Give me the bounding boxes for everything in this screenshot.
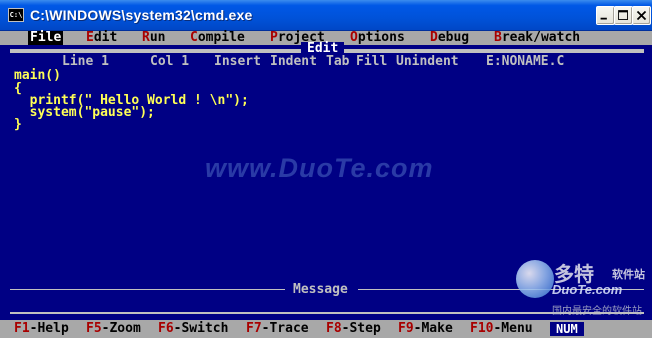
menu-break-watch-hotkey: B bbox=[494, 30, 502, 45]
maximize-button[interactable] bbox=[614, 6, 633, 25]
fkey-switch-label: -Switch bbox=[173, 321, 229, 336]
fkey-help[interactable]: F1-Help bbox=[14, 322, 69, 336]
fkey-zoom-key: F5 bbox=[86, 321, 102, 336]
menu-run[interactable]: Run bbox=[142, 31, 165, 45]
status-indent: Indent bbox=[270, 54, 317, 69]
menu-run-label: un bbox=[149, 30, 166, 45]
status-filename: E:NONAME.C bbox=[486, 54, 565, 69]
menu-options[interactable]: Options bbox=[350, 31, 405, 45]
menu-file-hotkey: F bbox=[30, 30, 38, 45]
fkey-menu-key: F10 bbox=[470, 321, 494, 336]
title-bar[interactable]: C:\ C:\WINDOWS\system32\cmd.exe bbox=[0, 0, 652, 31]
menu-run-hotkey: R bbox=[142, 30, 150, 45]
message-window-title: Message bbox=[293, 282, 348, 297]
logo-slogan: 国内最安全的软件站 bbox=[552, 306, 642, 317]
fkey-trace[interactable]: F7-Trace bbox=[246, 322, 309, 336]
code-line[interactable]: system("pause"); bbox=[14, 106, 155, 119]
window-title: C:\WINDOWS\system32\cmd.exe bbox=[30, 7, 253, 23]
console-icon[interactable]: C:\ bbox=[8, 8, 24, 22]
code-line[interactable]: } bbox=[14, 118, 22, 131]
fkey-help-label: -Help bbox=[29, 321, 69, 336]
fkey-make-key: F9 bbox=[398, 321, 414, 336]
site-watermark: www.DuoTe.com bbox=[205, 153, 434, 183]
fkey-switch[interactable]: F6-Switch bbox=[158, 322, 228, 336]
menu-edit-hotkey: E bbox=[86, 30, 94, 45]
status-tab: Tab bbox=[326, 54, 350, 69]
fkey-step[interactable]: F8-Step bbox=[326, 322, 381, 336]
menu-debug-label: ebug bbox=[437, 30, 470, 45]
fkey-step-label: -Step bbox=[341, 321, 381, 336]
duote-logo: 多特 软件站 DuoTe.com 国内最安全的软件站 bbox=[516, 258, 652, 320]
menu-edit-label: dit bbox=[93, 30, 118, 45]
menu-compile-label: ompile bbox=[197, 30, 245, 45]
status-line-number: Line 1 bbox=[62, 54, 109, 69]
menu-compile[interactable]: Compile bbox=[190, 31, 245, 45]
fkey-menu-label: -Menu bbox=[493, 321, 533, 336]
fkey-make-label: -Make bbox=[413, 321, 453, 336]
duote-logo-icon bbox=[516, 260, 554, 298]
menu-file[interactable]: File bbox=[28, 30, 64, 45]
fkey-zoom[interactable]: F5-Zoom bbox=[86, 322, 141, 336]
menu-debug[interactable]: Debug bbox=[430, 31, 469, 45]
minimize-icon bbox=[600, 17, 607, 20]
message-divider-left bbox=[10, 289, 285, 290]
menu-debug-hotkey: D bbox=[430, 30, 438, 45]
fkey-step-key: F8 bbox=[326, 321, 342, 336]
logo-domain: DuoTe.com bbox=[552, 282, 623, 297]
menu-options-label: ptions bbox=[357, 30, 405, 45]
fkey-trace-key: F7 bbox=[246, 321, 262, 336]
menu-edit[interactable]: Edit bbox=[86, 31, 117, 45]
num-lock-indicator: NUM bbox=[550, 322, 584, 336]
close-button[interactable] bbox=[632, 6, 651, 25]
status-fill: Fill bbox=[356, 54, 388, 69]
fkey-make[interactable]: F9-Make bbox=[398, 322, 453, 336]
menu-compile-hotkey: C bbox=[190, 30, 198, 45]
close-icon bbox=[636, 10, 647, 21]
cmd-window: C:\ C:\WINDOWS\system32\cmd.exe File Edi… bbox=[0, 0, 652, 338]
fkey-trace-label: -Trace bbox=[261, 321, 309, 336]
maximize-icon bbox=[618, 10, 628, 20]
fkey-zoom-label: -Zoom bbox=[101, 321, 141, 336]
logo-chinese-suffix: 软件站 bbox=[612, 268, 645, 281]
function-key-bar: F1-Help F5-Zoom F6-Switch F7-Trace F8-St… bbox=[0, 320, 652, 338]
status-column: Col 1 bbox=[150, 54, 190, 69]
status-insert-mode: Insert bbox=[214, 54, 261, 69]
menu-file-label: ile bbox=[37, 30, 62, 45]
menu-break-watch-label: reak/watch bbox=[501, 30, 581, 45]
minimize-button[interactable] bbox=[596, 6, 615, 25]
fkey-help-key: F1 bbox=[14, 321, 30, 336]
menu-project-hotkey: P bbox=[270, 30, 278, 45]
status-unindent: Unindent bbox=[396, 54, 459, 69]
fkey-menu[interactable]: F10-Menu bbox=[470, 322, 533, 336]
menu-break-watch[interactable]: Break/watch bbox=[494, 31, 580, 45]
fkey-switch-key: F6 bbox=[158, 321, 174, 336]
menu-options-hotkey: O bbox=[350, 30, 358, 45]
